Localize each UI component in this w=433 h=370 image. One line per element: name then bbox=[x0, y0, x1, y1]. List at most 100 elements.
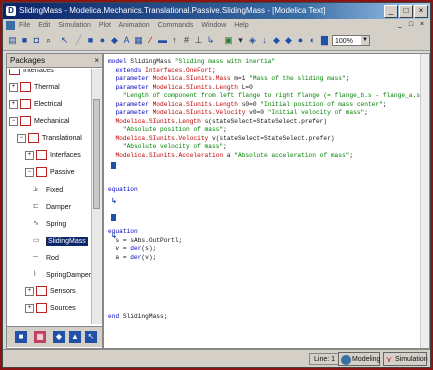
expander-icon[interactable]: + bbox=[25, 303, 34, 313]
expander-icon[interactable]: + bbox=[25, 150, 34, 160]
tree-item[interactable]: + Thermal bbox=[9, 80, 60, 96]
window-title: SlidingMass - Modelica.Mechanics.Transla… bbox=[19, 6, 326, 15]
tree-item[interactable]: + Electrical bbox=[9, 97, 62, 113]
polygon-icon[interactable]: ◆ bbox=[109, 35, 120, 46]
doc-restore-button[interactable]: □ bbox=[406, 20, 416, 30]
menu-window[interactable]: Window bbox=[201, 22, 226, 29]
packages-panel: Packages × Interfaces + Thermal + Electrical… bbox=[6, 53, 103, 349]
modeling-mode-button[interactable]: Modeling bbox=[338, 352, 380, 366]
expander-icon[interactable]: − bbox=[17, 133, 26, 143]
tree-item[interactable]: ⊏ Damper bbox=[33, 199, 71, 215]
tree-item[interactable]: + Sources bbox=[25, 301, 76, 317]
tree-item-label: Mechanical bbox=[34, 118, 70, 125]
line-icon[interactable]: ╱ bbox=[73, 35, 84, 46]
menu-commands[interactable]: Commands bbox=[158, 22, 194, 29]
help-pointer-icon[interactable]: ↖ bbox=[59, 35, 70, 46]
code-token: v0=0 bbox=[249, 109, 268, 116]
connect-annotation-icon[interactable]: ↳ bbox=[111, 197, 117, 205]
pointer-icon[interactable]: ↖ bbox=[85, 331, 97, 343]
code-token: v(stateSelect=StateSelect.prefer) bbox=[211, 134, 335, 142]
code-line: a = der(v); bbox=[108, 254, 429, 263]
tree-item[interactable]: ∿ Spring bbox=[33, 216, 66, 232]
chevron-down-icon[interactable]: ▼ bbox=[361, 36, 369, 45]
text-tool-icon[interactable]: A bbox=[121, 35, 132, 46]
maximize-button[interactable]: □ bbox=[399, 5, 413, 18]
expander-icon[interactable]: + bbox=[9, 82, 18, 92]
menu-plot[interactable]: Plot bbox=[99, 22, 111, 29]
zoom-select[interactable]: 100% ▼ bbox=[332, 35, 370, 46]
rectangle-icon[interactable]: ■ bbox=[85, 35, 96, 46]
new-file-icon[interactable]: ▤ bbox=[7, 35, 18, 46]
documentation-view-icon[interactable]: ▇ bbox=[319, 35, 330, 46]
package-icon bbox=[28, 133, 39, 144]
expander-icon[interactable]: − bbox=[9, 116, 18, 126]
annotation-icon-2[interactable] bbox=[111, 214, 116, 221]
tree-item[interactable]: ─ Rod bbox=[33, 250, 59, 266]
library-icon[interactable]: ■ bbox=[15, 331, 27, 343]
tree-item[interactable]: − Translational bbox=[17, 131, 82, 147]
search-icon[interactable]: ⌕ bbox=[43, 35, 54, 46]
align-icon[interactable]: ⊥ bbox=[193, 35, 204, 46]
close-icon[interactable]: × bbox=[94, 54, 99, 68]
code-line: parameter Modelica.SIunits.Length L=0 bbox=[108, 84, 429, 93]
menu-file[interactable]: File bbox=[19, 22, 30, 29]
scrollbar-thumb[interactable] bbox=[93, 99, 100, 209]
close-button[interactable]: × bbox=[414, 5, 428, 18]
check-model-icon[interactable]: ▣ bbox=[223, 35, 234, 46]
tree-scrollbar[interactable] bbox=[91, 69, 102, 324]
expander-icon[interactable]: + bbox=[25, 286, 34, 296]
tree-item-label: Translational bbox=[42, 135, 82, 142]
code-area[interactable]: model SlidingMass "Sliding mass with ine… bbox=[108, 58, 429, 322]
editor-scrollbar[interactable] bbox=[420, 54, 429, 348]
menu-edit[interactable]: Edit bbox=[38, 22, 50, 29]
diamond-icon-2[interactable]: ◆ bbox=[283, 35, 294, 46]
simulation-mode-button[interactable]: ⋎ Simulation bbox=[383, 352, 428, 366]
component-icon[interactable]: ▦ bbox=[34, 331, 46, 343]
diagram-view-icon[interactable]: ◈ bbox=[247, 35, 258, 46]
title-bar: D SlidingMass - Modelica.Mechanics.Trans… bbox=[3, 3, 430, 19]
zoom-value: 100% bbox=[335, 38, 353, 45]
expander-icon[interactable]: + bbox=[9, 99, 18, 109]
spring-icon: ∿ bbox=[33, 220, 39, 227]
bitmap-icon[interactable]: ▦ bbox=[133, 35, 144, 46]
line-color-icon[interactable]: ⁄ bbox=[145, 35, 156, 46]
tree-item[interactable]: ⫡ Fixed bbox=[33, 182, 63, 198]
icon-view-icon[interactable]: ◐ bbox=[307, 35, 318, 46]
menu-simulation[interactable]: Simulation bbox=[58, 22, 91, 29]
tree-item[interactable]: − Passive bbox=[25, 165, 75, 181]
menu-animation[interactable]: Animation bbox=[119, 22, 150, 29]
connect-mode-icon[interactable]: ↳ bbox=[205, 35, 216, 46]
minimize-button[interactable]: _ bbox=[384, 5, 398, 18]
record-icon[interactable]: ● bbox=[295, 35, 306, 46]
code-line: "Absolute velocity of mass"; bbox=[108, 143, 429, 152]
document-icon[interactable] bbox=[6, 21, 15, 30]
package-icon bbox=[36, 167, 47, 178]
doc-close-button[interactable]: × bbox=[417, 20, 427, 30]
ellipse-icon[interactable]: ● bbox=[97, 35, 108, 46]
annotation-icon[interactable] bbox=[111, 162, 116, 169]
tree-item[interactable]: ▭ SlidingMass bbox=[33, 233, 88, 249]
open-file-icon[interactable]: ■ bbox=[19, 35, 30, 46]
step-icon[interactable]: ↓ bbox=[259, 35, 270, 46]
grid-icon[interactable]: # bbox=[181, 35, 192, 46]
tree-item[interactable]: − Mechanical bbox=[9, 114, 69, 130]
modelica-text-editor[interactable]: model SlidingMass "Sliding mass with ine… bbox=[103, 53, 430, 349]
tree-item[interactable]: + Interfaces bbox=[25, 148, 81, 164]
save-icon[interactable]: ◘ bbox=[31, 35, 42, 46]
diamond-icon[interactable]: ◆ bbox=[271, 35, 282, 46]
doc-minimize-button[interactable]: _ bbox=[395, 20, 405, 30]
fill-color-icon[interactable]: ▬ bbox=[157, 35, 168, 46]
tree-item[interactable]: Interfaces bbox=[9, 69, 54, 79]
expander-icon[interactable]: − bbox=[25, 167, 34, 177]
menu-help[interactable]: Help bbox=[234, 22, 248, 29]
tree-item[interactable]: + Sensors bbox=[25, 284, 76, 300]
arrow-style-icon[interactable]: ↑ bbox=[169, 35, 180, 46]
diamond-tool-icon[interactable]: ◆ bbox=[53, 331, 65, 343]
tree-item[interactable]: ⌇ SpringDamper bbox=[33, 267, 91, 283]
move-up-icon[interactable]: ▲ bbox=[69, 331, 81, 343]
package-icon bbox=[9, 69, 20, 76]
dropdown-icon[interactable]: ▾ bbox=[235, 35, 246, 46]
connect-annotation-icon-2[interactable]: ↳ bbox=[111, 232, 117, 240]
